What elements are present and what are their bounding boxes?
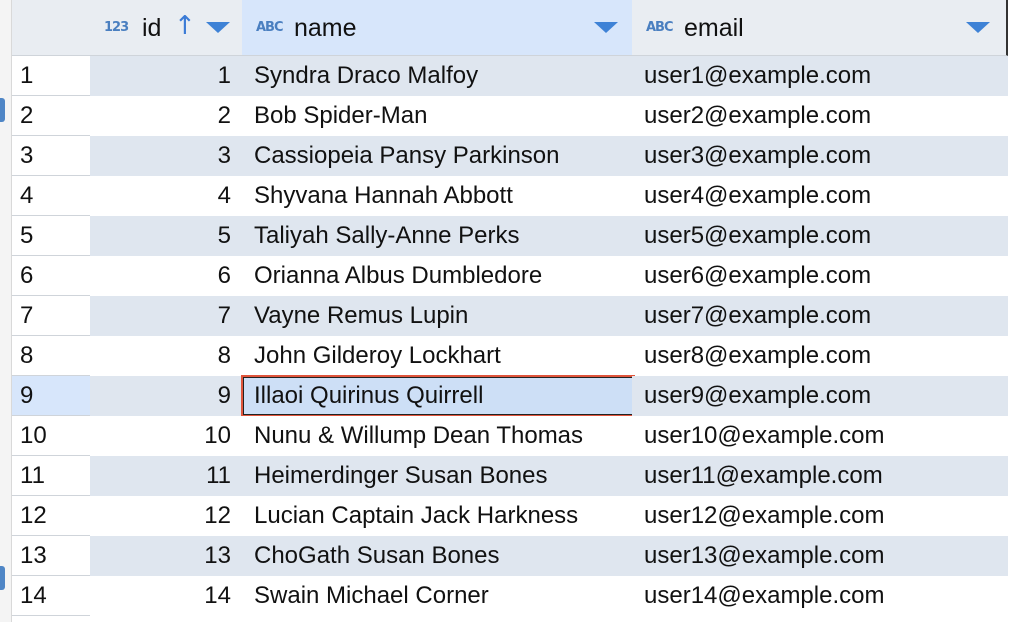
cell-name[interactable]: Lucian Captain Jack Harkness	[242, 496, 634, 536]
left-gutter	[0, 0, 12, 622]
panel-collapse-handle[interactable]	[0, 566, 5, 590]
cell-email[interactable]: user1@example.com	[632, 56, 1008, 96]
cell-email[interactable]: user8@example.com	[632, 336, 1008, 376]
table-row[interactable]: 8 8 John Gilderoy Lockhart user8@example.co…	[12, 336, 1020, 376]
cell-name[interactable]: Orianna Albus Dumbledore	[242, 256, 634, 296]
panel-collapse-handle[interactable]	[0, 98, 5, 122]
cell-email[interactable]: user4@example.com	[632, 176, 1008, 216]
cell-name[interactable]: Shyvana Hannah Abbott	[242, 176, 634, 216]
table-row[interactable]: 9 9 Illaoi Quirinus Quirrell user9@example.…	[12, 375, 1020, 417]
cell-name[interactable]: ChoGath Susan Bones	[242, 536, 634, 576]
cell-email[interactable]: user3@example.com	[632, 136, 1008, 176]
column-title: id	[142, 14, 162, 42]
row-number[interactable]: 5	[12, 216, 92, 256]
table-row[interactable]: 10 10 Nunu & Willump Dean Thomas user10@exa…	[12, 416, 1020, 456]
row-number[interactable]: 13	[12, 536, 92, 576]
row-number[interactable]: 4	[12, 176, 92, 216]
column-header-name[interactable]: ABC name	[242, 0, 634, 56]
cell-email[interactable]: user9@example.com	[632, 376, 1008, 416]
cell-name[interactable]: Illaoi Quirinus Quirrell	[241, 375, 635, 417]
table-row[interactable]: 14 14 Swain Michael Corner user14@example.c…	[12, 576, 1020, 616]
table-row[interactable]: 12 12 Lucian Captain Jack Harkness user12@e…	[12, 496, 1020, 536]
table-row[interactable]: 11 11 Heimerdinger Susan Bones user11@examp…	[12, 456, 1020, 496]
cell-id[interactable]: 12	[90, 496, 244, 536]
column-title: email	[684, 14, 744, 42]
cell-id[interactable]: 6	[90, 256, 244, 296]
column-header-email[interactable]: ABC email	[632, 0, 1008, 56]
table-row[interactable]: 4 4 Shyvana Hannah Abbott user4@example.com	[12, 176, 1020, 216]
row-number[interactable]: 1	[12, 56, 92, 96]
sort-ascending-icon[interactable]: ↑	[174, 11, 196, 41]
table-row[interactable]: 6 6 Orianna Albus Dumbledore user6@example.…	[12, 256, 1020, 296]
table-row[interactable]: 13 13 ChoGath Susan Bones user13@example.co…	[12, 536, 1020, 576]
cell-email[interactable]: user10@example.com	[632, 416, 1008, 456]
cell-name[interactable]: Taliyah Sally-Anne Perks	[242, 216, 634, 256]
cell-email[interactable]: user14@example.com	[632, 576, 1008, 616]
cell-email[interactable]: user11@example.com	[632, 456, 1008, 496]
cell-email[interactable]: user13@example.com	[632, 536, 1008, 576]
cell-name[interactable]: Swain Michael Corner	[242, 576, 634, 616]
row-number[interactable]: 6	[12, 256, 92, 296]
row-number[interactable]: 3	[12, 136, 92, 176]
cell-email[interactable]: user2@example.com	[632, 96, 1008, 136]
text-type-icon: ABC	[256, 20, 283, 35]
cell-name[interactable]: Heimerdinger Susan Bones	[242, 456, 634, 496]
cell-id[interactable]: 4	[90, 176, 244, 216]
cell-id[interactable]: 5	[90, 216, 244, 256]
row-number[interactable]: 7	[12, 296, 92, 336]
cell-id[interactable]: 11	[90, 456, 244, 496]
chevron-down-icon[interactable]	[206, 22, 230, 33]
row-number[interactable]: 2	[12, 96, 92, 136]
cell-id[interactable]: 1	[90, 56, 244, 96]
table-row[interactable]: 1 1 Syndra Draco Malfoy user1@example.com	[12, 56, 1020, 96]
cell-id[interactable]: 14	[90, 576, 244, 616]
cell-email[interactable]: user6@example.com	[632, 256, 1008, 296]
cell-id[interactable]: 3	[90, 136, 244, 176]
cell-email[interactable]: user5@example.com	[632, 216, 1008, 256]
cell-id[interactable]: 13	[90, 536, 244, 576]
cell-id[interactable]: 8	[90, 336, 244, 376]
table-row[interactable]: 7 7 Vayne Remus Lupin user7@example.com	[12, 296, 1020, 336]
cell-name[interactable]: Vayne Remus Lupin	[242, 296, 634, 336]
cell-name[interactable]: Syndra Draco Malfoy	[242, 56, 634, 96]
column-title: name	[294, 14, 357, 42]
cell-email[interactable]: user7@example.com	[632, 296, 1008, 336]
cell-id[interactable]: 2	[90, 96, 244, 136]
row-number[interactable]: 8	[12, 336, 92, 376]
column-header-id[interactable]: 123 id ↑	[90, 0, 244, 56]
row-number[interactable]: 9	[12, 376, 92, 416]
numeric-type-icon: 123	[104, 20, 129, 35]
text-type-icon: ABC	[646, 20, 673, 35]
cell-id[interactable]: 7	[90, 296, 244, 336]
row-number-header	[12, 0, 92, 56]
cell-name[interactable]: John Gilderoy Lockhart	[242, 336, 634, 376]
chevron-down-icon[interactable]	[594, 22, 618, 33]
cell-name[interactable]: Bob Spider-Man	[242, 96, 634, 136]
row-number[interactable]: 11	[12, 456, 92, 496]
cell-id[interactable]: 10	[90, 416, 244, 456]
row-number[interactable]: 12	[12, 496, 92, 536]
row-number[interactable]: 10	[12, 416, 92, 456]
cell-email[interactable]: user12@example.com	[632, 496, 1008, 536]
row-number[interactable]: 14	[12, 576, 92, 616]
chevron-down-icon[interactable]	[966, 22, 990, 33]
cell-name[interactable]: Nunu & Willump Dean Thomas	[242, 416, 634, 456]
cell-id[interactable]: 9	[90, 376, 244, 416]
cell-name[interactable]: Cassiopeia Pansy Parkinson	[242, 136, 634, 176]
table-row[interactable]: 3 3 Cassiopeia Pansy Parkinson user3@exampl…	[12, 136, 1020, 176]
table-row[interactable]: 2 2 Bob Spider-Man user2@example.com	[12, 96, 1020, 136]
table-row[interactable]: 5 5 Taliyah Sally-Anne Perks user5@example.…	[12, 216, 1020, 256]
